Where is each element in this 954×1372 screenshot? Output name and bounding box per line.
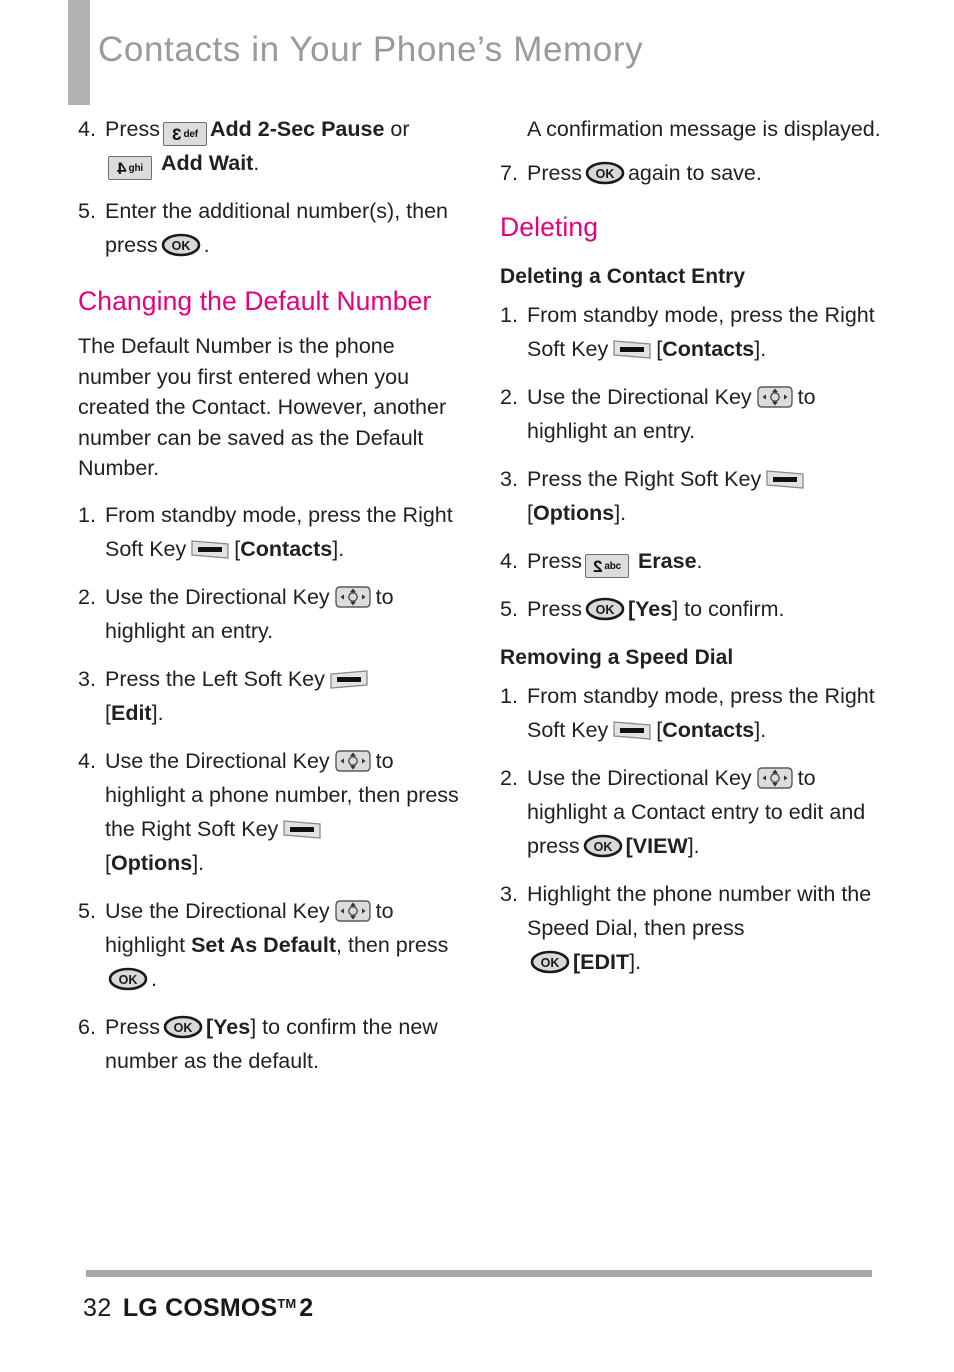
list-item: 5. Use the Directional Key to highlight S…: [78, 894, 466, 996]
left-column: 4. Press 3 def Add 2-Sec Pause or 4 ghi Add W…: [78, 112, 466, 1092]
step-number: 2.: [78, 584, 96, 609]
list-item: 3. Highlight the phone number with the S…: [500, 877, 888, 979]
svg-text:OK: OK: [119, 973, 138, 987]
step-number: 6.: [78, 1014, 96, 1039]
content-columns: 4. Press 3 def Add 2-Sec Pause or 4 ghi Add W…: [0, 112, 954, 1232]
brand-name: LG COSMOS: [122, 1294, 278, 1322]
list-item: 3. Press the Right Soft Key [Options].: [500, 462, 888, 530]
step-number: 5.: [78, 199, 96, 223]
keypad-4-ghi-icon: 4 ghi: [108, 156, 152, 180]
subheading-removing-a-speed-dial: Removing a Speed Dial: [500, 646, 734, 669]
svg-text:OK: OK: [596, 603, 615, 617]
left-soft-key-icon: [329, 667, 369, 691]
trademark-symbol: TM: [277, 1296, 297, 1311]
subheading-deleting-a-contact-entry: Deleting a Contact Entry: [500, 265, 746, 288]
ok-key-icon: OK: [585, 161, 625, 185]
step-text: Press 2 abc Erase.: [527, 549, 703, 578]
ok-key-icon: OK: [163, 1015, 203, 1039]
ok-key-icon: OK: [585, 597, 625, 621]
list-item: 7. Press OK again to save.: [500, 156, 888, 190]
ok-key-icon: OK: [161, 233, 201, 257]
step-number: 5.: [500, 597, 518, 621]
step-text: Use the Directional Key to highlight a Co…: [527, 765, 866, 858]
step-number: 5.: [78, 898, 96, 923]
list-item: 5. Press OK [Yes] to confirm.: [500, 592, 888, 626]
list-item: 4. Use the Directional Key to highlight a…: [78, 744, 466, 880]
paragraph-default-number: The Default Number is the phone number y…: [78, 334, 447, 480]
step-number: 1.: [78, 502, 96, 527]
step-number: 4.: [500, 549, 518, 573]
list-item: 5. Enter the additional number(s), then …: [78, 194, 466, 262]
step-text: From standby mode, press the Right Soft …: [527, 684, 875, 742]
list-item: 3. Press the Left Soft Key [Edit].: [78, 662, 466, 730]
step-number: 4.: [78, 117, 96, 141]
directional-key-icon: [334, 898, 372, 924]
page-number: 32: [83, 1294, 112, 1322]
svg-text:OK: OK: [541, 956, 560, 970]
step-text: Press OK [Yes] to confirm the new number a…: [105, 1014, 438, 1073]
step-text: From standby mode, press the Right Soft …: [527, 303, 875, 361]
ok-key-icon: OK: [583, 834, 623, 858]
footer-divider: [86, 1270, 872, 1277]
step-text: Use the Directional Key to highlight an e…: [527, 384, 816, 443]
section-heading-changing-default: Changing the Default Number: [78, 286, 432, 316]
step-number: 4.: [78, 748, 96, 773]
page-footer: 32 LG COSMOSTM 2: [0, 1232, 954, 1372]
directional-key-icon: [334, 748, 372, 774]
right-soft-key-icon: [282, 817, 322, 841]
page-title: Contacts in Your Phone’s Memory: [98, 30, 644, 69]
svg-text:OK: OK: [596, 167, 615, 181]
model-number: 2: [299, 1294, 314, 1322]
keypad-2-abc-icon: 2 abc: [584, 554, 629, 578]
step-text: Press 3 def Add 2-Sec Pause or 4 ghi Add Wait…: [105, 117, 410, 180]
directional-key-icon: [756, 384, 794, 410]
step-number: 2.: [500, 385, 518, 409]
footer-text: 32 LG COSMOSTM 2: [83, 1294, 313, 1323]
list-item: 1. From standby mode, press the Right So…: [500, 679, 888, 747]
ok-key-icon: OK: [108, 967, 148, 991]
step-text: Use the Directional Key to highlight a ph…: [105, 748, 459, 875]
note-confirmation: A confirmation message is displayed.: [527, 117, 881, 141]
keypad-3-def-icon: 3 def: [162, 122, 207, 146]
directional-key-icon: [334, 584, 372, 610]
step-text: Press the Left Soft Key [Edit].: [105, 662, 466, 730]
section-heading-deleting: Deleting: [500, 212, 599, 242]
step-text: Use the Directional Key to highlight Set …: [105, 898, 449, 991]
directional-key-icon: [756, 765, 794, 791]
right-column: A confirmation message is displayed. 7. …: [500, 112, 888, 993]
step-text: From standby mode, press the Right Soft …: [105, 502, 453, 561]
list-item: 6. Press OK [Yes] to confirm the new numbe…: [78, 1010, 466, 1078]
list-item: 2. Use the Directional Key to highlight a…: [500, 380, 888, 448]
list-item: 4. Press 2 abc Erase.: [500, 544, 888, 578]
svg-text:OK: OK: [171, 239, 190, 253]
step-text: Press OK again to save.: [527, 161, 762, 185]
right-soft-key-icon: [612, 718, 652, 742]
ok-key-icon: OK: [530, 950, 570, 974]
right-soft-key-icon: [190, 537, 230, 561]
step-number: 1.: [500, 303, 518, 327]
step-text: Use the Directional Key to highlight an e…: [105, 584, 394, 643]
list-item: 2. Use the Directional Key to highlight a…: [500, 761, 888, 863]
step-number: 3.: [500, 467, 518, 491]
page-header: Contacts in Your Phone’s Memory: [0, 0, 954, 110]
step-text: Press the Right Soft Key [Options].: [527, 462, 888, 530]
step-text: Press OK [Yes] to confirm.: [527, 597, 785, 621]
step-number: 3.: [78, 666, 96, 691]
right-soft-key-icon: [765, 467, 805, 491]
svg-text:OK: OK: [593, 840, 612, 854]
header-accent-bar: [68, 0, 90, 105]
list-item: 1. From standby mode, press the Right So…: [78, 498, 466, 566]
step-number: 2.: [500, 766, 518, 790]
list-item: 4. Press 3 def Add 2-Sec Pause or 4 ghi Add W…: [78, 112, 466, 180]
step-number: 1.: [500, 684, 518, 708]
svg-text:OK: OK: [174, 1021, 193, 1035]
step-text: Highlight the phone number with the Spee…: [527, 882, 872, 974]
right-soft-key-icon: [612, 337, 652, 361]
list-item: 1. From standby mode, press the Right So…: [500, 298, 888, 366]
step-text: Enter the additional number(s), then pre…: [105, 199, 449, 257]
step-number: 3.: [500, 882, 518, 906]
step-number: 7.: [500, 161, 518, 185]
list-item: 2. Use the Directional Key to highlight a…: [78, 580, 466, 648]
